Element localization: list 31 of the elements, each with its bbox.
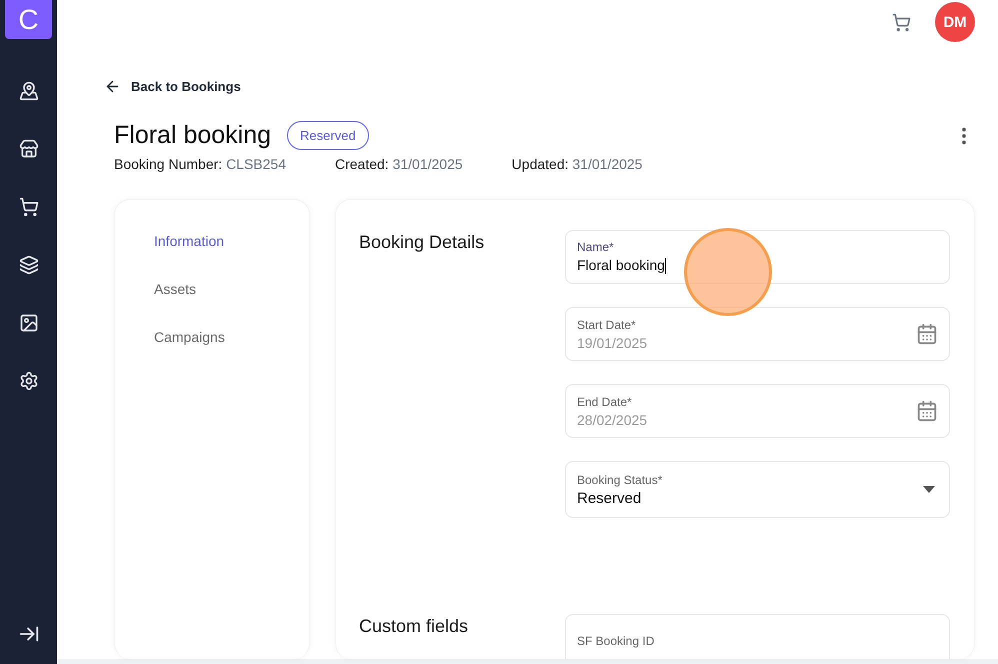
field-value: Floral booking bbox=[577, 256, 667, 274]
tab[interactable]: Assets bbox=[154, 278, 196, 300]
logo[interactable]: C bbox=[5, 0, 52, 39]
meta-text: Booking Number: CLSB254 bbox=[114, 156, 286, 172]
store-icon[interactable] bbox=[18, 138, 39, 159]
map-pin-icon[interactable] bbox=[18, 80, 39, 101]
meta-text: Updated: 31/01/2025 bbox=[512, 156, 642, 172]
field-label: End Date* bbox=[577, 394, 633, 408]
field-label: Booking Status* bbox=[577, 472, 664, 486]
tab[interactable]: Campaigns bbox=[154, 326, 225, 348]
field-label: Start Date* bbox=[577, 318, 637, 332]
back-link[interactable]: Back to Bookings bbox=[104, 78, 241, 95]
field-label: SF Booking ID bbox=[577, 634, 656, 648]
select-field[interactable]: Booking Status* Reserved bbox=[565, 461, 950, 518]
input-field[interactable]: SF Booking ID bbox=[565, 614, 950, 659]
section-title: Booking Details bbox=[359, 232, 486, 254]
dropdown-caret-icon bbox=[923, 486, 935, 493]
settings-icon[interactable] bbox=[18, 370, 39, 391]
field-label: Name* bbox=[577, 240, 615, 254]
section-title: Custom fields bbox=[359, 616, 470, 638]
user-avatar[interactable]: DM bbox=[935, 2, 975, 42]
page-title: Floral booking bbox=[114, 121, 272, 150]
image-icon[interactable] bbox=[18, 312, 39, 333]
cart-icon[interactable] bbox=[18, 196, 39, 217]
meta-text: Created: 31/01/2025 bbox=[335, 156, 463, 172]
field-value: Reserved bbox=[577, 490, 642, 506]
tab[interactable]: Information bbox=[154, 230, 224, 252]
field-value: 19/01/2025 bbox=[577, 334, 648, 350]
layers-icon[interactable] bbox=[18, 254, 39, 275]
field-value: 28/02/2025 bbox=[577, 412, 648, 428]
status-badge: Reserved bbox=[287, 121, 369, 150]
